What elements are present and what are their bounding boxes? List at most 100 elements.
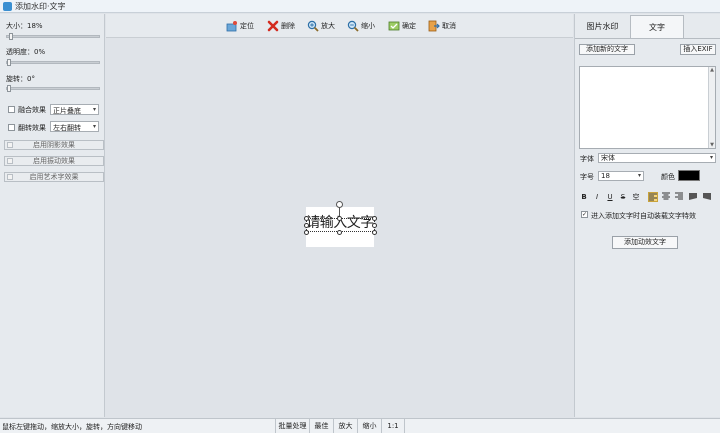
window-title: 添加水印·文字 [15, 2, 66, 11]
batch-process-button[interactable]: 批量处理 [275, 419, 309, 433]
align-left-button[interactable] [648, 192, 658, 202]
cancel-button[interactable]: 取消 [428, 19, 456, 33]
shadow-effect-button[interactable]: 启用阴影效果 [4, 140, 104, 150]
align-justify-right-button[interactable] [702, 192, 712, 202]
best-fit-button[interactable]: 最佳 [309, 419, 333, 433]
flip-select[interactable]: 左右翻转 ▾ [50, 121, 99, 132]
align-right-button[interactable] [674, 192, 684, 202]
blend-select[interactable]: 正片叠底 ▾ [50, 104, 99, 115]
flag-right-icon [703, 193, 711, 200]
scroll-up-icon[interactable]: ▲ [709, 67, 715, 73]
resize-handle-bottom[interactable] [337, 230, 342, 235]
auto-effect-label: 进入添加文字时自动装载文字特效 [591, 212, 696, 220]
insert-exif-button[interactable]: 插入EXIF [680, 44, 716, 55]
space-button[interactable]: 空 [631, 192, 641, 202]
vibrate-effect-button[interactable]: 启用振动效果 [4, 156, 104, 166]
vibrate-effect-label: 启用振动效果 [33, 157, 75, 165]
shadow-effect-checkbox[interactable] [7, 142, 13, 148]
shadow-effect-label: 启用阴影效果 [33, 141, 75, 149]
flip-label: 翻转效果 [18, 124, 46, 132]
actual-size-button[interactable]: 1:1 [381, 419, 405, 433]
font-size-select[interactable]: 18 ▾ [598, 171, 644, 181]
app-icon [3, 2, 12, 11]
opacity-label: 透明度：0% [6, 48, 46, 56]
chevron-down-icon: ▾ [92, 123, 96, 130]
cancel-icon [428, 20, 440, 32]
resize-handle-top-right[interactable] [372, 216, 377, 221]
rotation-slider[interactable] [6, 85, 100, 92]
flag-left-icon [689, 193, 697, 200]
right-panel: 图片水印 文字 添加新的文字 插入EXIF ▲ ▼ 字体 宋体 ▾ 字号 18 … [574, 14, 720, 417]
flip-checkbox[interactable] [8, 124, 15, 131]
art-text-effect-button[interactable]: 启用艺术字效果 [4, 172, 104, 182]
resize-handle-right[interactable] [372, 223, 377, 228]
zoom-out-button[interactable]: 缩小 [347, 19, 375, 33]
tab-divider [575, 38, 720, 39]
text-input[interactable]: ▲ ▼ [579, 66, 716, 149]
size-label-right: 字号 [580, 173, 594, 181]
resize-handle-bottom-left[interactable] [304, 230, 309, 235]
vibrate-effect-checkbox[interactable] [7, 158, 13, 164]
size-slider-thumb[interactable] [9, 33, 13, 40]
position-icon [226, 21, 237, 32]
chevron-down-icon: ▾ [92, 106, 96, 113]
size-label: 大小：18% [6, 22, 43, 30]
align-center-icon [662, 192, 670, 200]
resize-handle-top[interactable] [337, 216, 342, 221]
bold-button[interactable]: B [579, 192, 589, 202]
tab-image-watermark[interactable]: 图片水印 [575, 15, 630, 38]
color-label: 颜色 [661, 173, 675, 181]
title-bar: 添加水印·文字 [0, 0, 720, 13]
size-slider[interactable] [6, 33, 100, 40]
font-size-value: 18 [601, 172, 610, 180]
status-zoom-out-button[interactable]: 缩小 [357, 419, 381, 433]
auto-effect-checkbox[interactable]: ✓ [581, 211, 588, 218]
underline-button[interactable]: U [605, 192, 615, 202]
art-text-effect-label: 启用艺术字效果 [29, 173, 79, 181]
blend-label: 融合效果 [18, 106, 46, 114]
font-label: 字体 [580, 155, 594, 163]
opacity-slider-thumb[interactable] [7, 59, 11, 66]
resize-handle-bottom-right[interactable] [372, 230, 377, 235]
flip-select-value: 左右翻转 [53, 124, 81, 132]
blend-checkbox[interactable] [8, 106, 15, 113]
add-new-text-button[interactable]: 添加新的文字 [579, 44, 635, 55]
font-select-value: 宋体 [601, 154, 615, 162]
resize-handle-top-left[interactable] [304, 216, 309, 221]
toolbar: 定位 删除 放大 缩小 确定 取消 [106, 14, 573, 38]
align-center-button[interactable] [661, 192, 671, 202]
chevron-down-icon: ▾ [709, 154, 713, 161]
canvas-area[interactable]: 请输入文字 [106, 39, 573, 417]
status-hint: 鼠标左键拖动，缩放大小，旋转，方向键移动 [2, 423, 142, 431]
zoom-in-icon [307, 20, 319, 32]
status-zoom-in-button[interactable]: 放大 [333, 419, 357, 433]
blend-select-value: 正片叠底 [53, 107, 81, 115]
left-panel: 大小：18% 透明度：0% 旋转：0° 融合效果 正片叠底 ▾ 翻转效果 左右翻… [0, 14, 105, 417]
resize-handle-left[interactable] [304, 223, 309, 228]
rotation-label: 旋转：0° [6, 75, 35, 83]
art-text-effect-checkbox[interactable] [7, 174, 13, 180]
delete-icon [267, 20, 279, 32]
align-left-icon [649, 193, 657, 201]
position-button[interactable]: 定位 [226, 19, 254, 33]
opacity-slider[interactable] [6, 59, 100, 66]
delete-button[interactable]: 删除 [267, 19, 295, 33]
tab-text[interactable]: 文字 [630, 15, 684, 38]
confirm-button[interactable]: 确定 [388, 19, 416, 33]
add-animated-text-button[interactable]: 添加动效文字 [612, 236, 678, 249]
text-input-scrollbar[interactable]: ▲ ▼ [708, 67, 715, 148]
chevron-down-icon: ▾ [637, 172, 641, 179]
color-swatch[interactable] [678, 170, 700, 181]
font-select[interactable]: 宋体 ▾ [598, 153, 716, 163]
align-justify-left-button[interactable] [688, 192, 698, 202]
italic-button[interactable]: I [592, 192, 602, 202]
zoom-out-icon [347, 20, 359, 32]
status-bar: 鼠标左键拖动，缩放大小，旋转，方向键移动 批量处理 最佳 放大 缩小 1:1 [0, 418, 720, 433]
strikethrough-button[interactable]: S [618, 192, 628, 202]
align-right-icon [675, 192, 683, 200]
confirm-icon [388, 21, 400, 31]
zoom-in-button[interactable]: 放大 [307, 19, 335, 33]
rotation-slider-thumb[interactable] [7, 85, 11, 92]
rotation-handle[interactable] [336, 201, 343, 208]
scroll-down-icon[interactable]: ▼ [709, 142, 715, 148]
